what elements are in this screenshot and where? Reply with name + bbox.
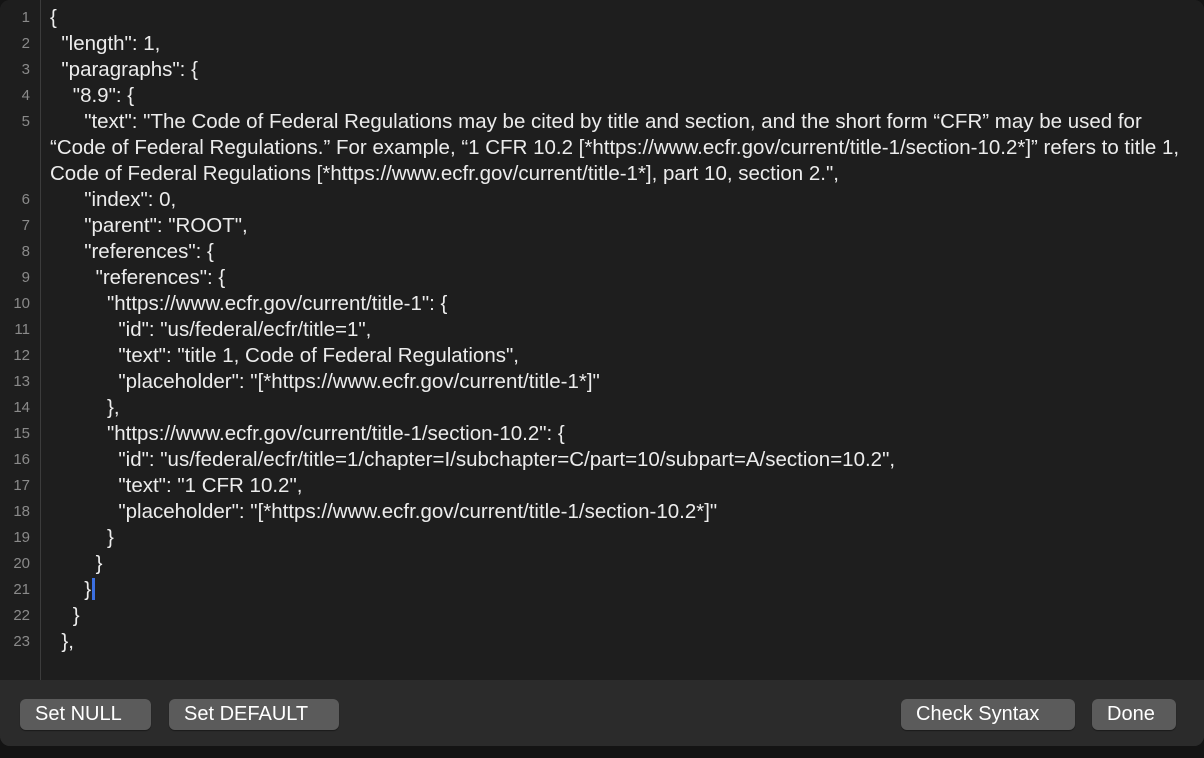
footer-bar: Set NULL Set DEFAULT Check Syntax Done xyxy=(0,680,1204,746)
code-line[interactable]: 12 "text": "title 1, Code of Federal Reg… xyxy=(13,343,1196,369)
line-text: "id": "us/federal/ecfr/title=1", xyxy=(50,318,372,341)
code-line[interactable]: 22 } xyxy=(13,603,1196,629)
line-text: } xyxy=(50,526,114,549)
code-line[interactable]: 10 "https://www.ecfr.gov/current/title-1… xyxy=(13,291,1196,317)
line-number: 9 xyxy=(21,269,30,286)
set-null-button[interactable]: Set NULL xyxy=(20,699,151,730)
code-line[interactable]: 17 "text": "1 CFR 10.2", xyxy=(13,473,1196,499)
code-area[interactable]: 1{2 "length": 1, 3 "paragraphs": {4 "8.9"… xyxy=(13,5,1196,655)
line-number: 8 xyxy=(21,243,30,260)
line-text: "text": "1 CFR 10.2", xyxy=(50,474,303,497)
line-text: { xyxy=(50,6,57,29)
code-line[interactable]: 23 }, xyxy=(13,629,1196,655)
line-number: 10 xyxy=(13,295,30,312)
code-line[interactable]: 21 } xyxy=(13,577,1196,603)
line-number: 12 xyxy=(13,347,30,364)
line-number: 3 xyxy=(21,61,30,78)
check-syntax-button[interactable]: Check Syntax xyxy=(901,699,1075,730)
line-text: "references": { xyxy=(50,240,214,263)
code-line[interactable]: 16 "id": "us/federal/ecfr/title=1/chapte… xyxy=(13,447,1196,473)
line-text: "8.9": { xyxy=(50,84,135,107)
line-text: "placeholder": "[*https://www.ecfr.gov/c… xyxy=(50,500,718,523)
line-text: "length": 1, xyxy=(50,32,161,55)
line-number: 21 xyxy=(13,581,30,598)
code-line[interactable]: 5 "text": "The Code of Federal Regulatio… xyxy=(22,109,1196,187)
line-number: 20 xyxy=(13,555,30,572)
line-text: "text": "title 1, Code of Federal Regula… xyxy=(50,344,519,367)
line-text: "https://www.ecfr.gov/current/title-1/se… xyxy=(50,422,565,445)
line-number: 11 xyxy=(14,321,30,338)
line-text: }, xyxy=(50,630,74,653)
code-line[interactable]: 1{ xyxy=(22,5,1196,31)
line-text: "id": "us/federal/ecfr/title=1/chapter=I… xyxy=(50,448,896,471)
line-number: 23 xyxy=(13,633,30,650)
code-line[interactable]: 2 "length": 1, xyxy=(22,31,1196,57)
background-strip xyxy=(0,746,1204,758)
line-number: 13 xyxy=(13,373,30,390)
line-text: }, xyxy=(50,396,120,419)
line-number: 16 xyxy=(13,451,30,468)
code-line[interactable]: 14 }, xyxy=(13,395,1196,421)
line-text: } xyxy=(50,604,80,627)
line-number: 6 xyxy=(21,191,30,208)
line-number: 19 xyxy=(13,529,30,546)
line-number: 14 xyxy=(13,399,30,416)
json-editor-sheet: 1{2 "length": 1, 3 "paragraphs": {4 "8.9"… xyxy=(0,0,1204,746)
code-line[interactable]: 20 } xyxy=(13,551,1196,577)
code-line[interactable]: 3 "paragraphs": { xyxy=(22,57,1196,83)
code-line[interactable]: 13 "placeholder": "[*https://www.ecfr.go… xyxy=(13,369,1196,395)
line-text: "parent": "ROOT", xyxy=(50,214,248,237)
code-editor[interactable]: 1{2 "length": 1, 3 "paragraphs": {4 "8.9"… xyxy=(0,0,1204,680)
line-text: "paragraphs": { xyxy=(50,58,198,81)
line-text: "references": { xyxy=(50,266,226,289)
line-number: 7 xyxy=(21,217,30,234)
line-number: 5 xyxy=(21,113,30,130)
code-line[interactable]: 8 "references": { xyxy=(22,239,1196,265)
line-text: "https://www.ecfr.gov/current/title-1": … xyxy=(50,292,448,315)
set-default-button[interactable]: Set DEFAULT xyxy=(169,699,339,730)
code-line[interactable]: 6 "index": 0, xyxy=(22,187,1196,213)
line-text: "placeholder": "[*https://www.ecfr.gov/c… xyxy=(50,370,600,393)
line-text: "index": 0, xyxy=(50,188,177,211)
line-number: 2 xyxy=(21,35,30,52)
line-text: } xyxy=(50,552,103,575)
code-line[interactable]: 15 "https://www.ecfr.gov/current/title-1… xyxy=(13,421,1196,447)
code-line[interactable]: 18 "placeholder": "[*https://www.ecfr.go… xyxy=(13,499,1196,525)
line-number: 22 xyxy=(13,607,30,624)
code-line[interactable]: 19 } xyxy=(13,525,1196,551)
line-number: 17 xyxy=(13,477,30,494)
line-number: 15 xyxy=(13,425,30,442)
line-number: 4 xyxy=(21,87,30,104)
code-line[interactable]: 11 "id": "us/federal/ecfr/title=1", xyxy=(14,317,1196,343)
code-line[interactable]: 7 "parent": "ROOT", xyxy=(22,213,1196,239)
done-button[interactable]: Done xyxy=(1092,699,1176,730)
code-line[interactable]: 9 "references": { xyxy=(22,265,1196,291)
line-number: 1 xyxy=(21,9,30,26)
line-text: "text": "The Code of Federal Regulations… xyxy=(50,110,1185,185)
code-line[interactable]: 4 "8.9": { xyxy=(22,83,1196,109)
line-text: } xyxy=(50,578,92,601)
line-number: 18 xyxy=(13,503,30,520)
text-cursor xyxy=(92,578,96,600)
